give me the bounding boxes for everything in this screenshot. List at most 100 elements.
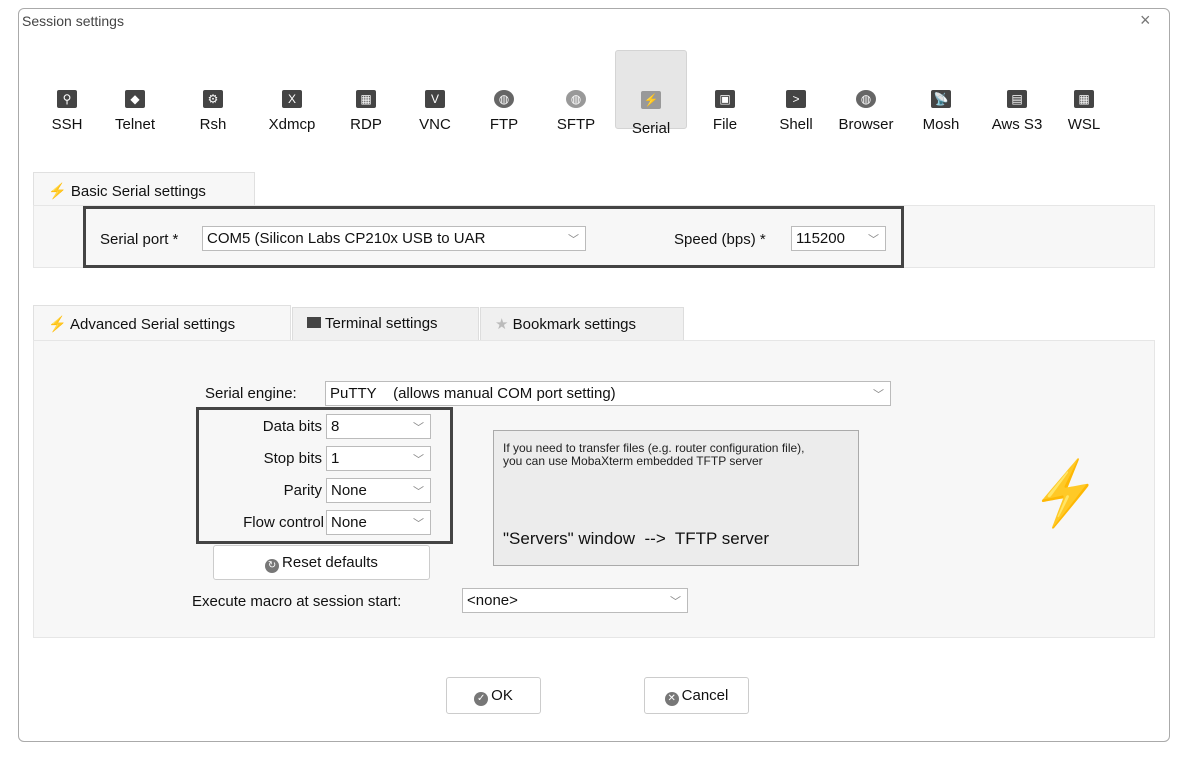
tab-terminal-settings[interactable]: Terminal settings bbox=[292, 307, 479, 340]
tab-advanced-serial-settings[interactable]: ⚡ Advanced Serial settings bbox=[33, 305, 291, 341]
session-type-label: Telnet bbox=[114, 116, 156, 133]
serial-engine-label: Serial engine: bbox=[205, 385, 297, 402]
parity-label: Parity bbox=[283, 482, 322, 499]
tftp-info-box: If you need to transfer files (e.g. rout… bbox=[493, 430, 859, 566]
session-type-vnc[interactable]: V VNC bbox=[399, 50, 471, 133]
ok-label: OK bbox=[491, 687, 513, 704]
reset-defaults-button[interactable]: ↻ Reset defaults bbox=[213, 545, 430, 580]
tftp-info-text: If you need to transfer files (e.g. rout… bbox=[503, 441, 805, 468]
aws-s3-icon: ▤ bbox=[1007, 90, 1027, 108]
cancel-label: Cancel bbox=[681, 687, 729, 704]
session-type-aws-s3[interactable]: ▤ Aws S3 bbox=[981, 50, 1053, 133]
chevron-down-icon: ﹀ bbox=[568, 234, 579, 246]
stop-bits-value: 1 bbox=[331, 450, 340, 467]
speed-select[interactable]: 115200 ﹀ bbox=[791, 226, 886, 251]
serial-port-select[interactable]: COM5 (Silicon Labs CP210x USB to UAR ﹀ bbox=[202, 226, 586, 251]
plug-icon: ⚡ bbox=[48, 183, 71, 200]
session-type-label: Xdmcp bbox=[268, 116, 316, 133]
wsl-icon: ▦ bbox=[1074, 90, 1094, 108]
flow-control-value: None bbox=[331, 514, 367, 531]
terminal-icon bbox=[307, 317, 321, 328]
session-type-label: Aws S3 bbox=[991, 116, 1043, 133]
parity-value: None bbox=[331, 482, 367, 499]
session-type-label: Shell bbox=[779, 116, 813, 133]
flow-control-label: Flow control bbox=[243, 514, 324, 531]
flow-control-select[interactable]: None ﹀ bbox=[326, 510, 431, 535]
xdmcp-icon: X bbox=[282, 90, 302, 108]
serial-plug-icon: ⚡ bbox=[1024, 455, 1108, 532]
cancel-button[interactable]: ✕ Cancel bbox=[644, 677, 749, 714]
session-type-shell[interactable]: > Shell bbox=[760, 50, 832, 133]
session-type-label: File bbox=[712, 116, 738, 133]
session-type-ssh[interactable]: ⚲ SSH bbox=[31, 50, 103, 133]
data-bits-select[interactable]: 8 ﹀ bbox=[326, 414, 431, 439]
sftp-icon: ◍ bbox=[566, 90, 586, 108]
serial-icon: ⚡ bbox=[641, 91, 661, 109]
session-type-browser[interactable]: ◍ Browser bbox=[830, 50, 902, 133]
tab-label: Terminal settings bbox=[325, 315, 438, 332]
speed-value: 115200 bbox=[796, 230, 845, 247]
vnc-icon: V bbox=[425, 90, 445, 108]
session-type-ftp[interactable]: ◍ FTP bbox=[468, 50, 540, 133]
session-type-label: Browser bbox=[838, 116, 894, 133]
serial-engine-select[interactable]: PuTTY (allows manual COM port setting) ﹀ bbox=[325, 381, 891, 406]
tab-label: Advanced Serial settings bbox=[70, 316, 236, 333]
ftp-icon: ◍ bbox=[494, 90, 514, 108]
telnet-icon: ◆ bbox=[125, 90, 145, 108]
close-icon[interactable]: × bbox=[1140, 10, 1151, 31]
star-icon: ★ bbox=[495, 316, 513, 333]
data-bits-value: 8 bbox=[331, 418, 340, 435]
chevron-down-icon: ﹀ bbox=[413, 486, 424, 498]
macro-select[interactable]: <none> ﹀ bbox=[462, 588, 688, 613]
session-type-file[interactable]: ▣ File bbox=[689, 50, 761, 133]
tftp-hint: "Servers" window --> TFTP server bbox=[503, 529, 770, 548]
ssh-icon: ⚲ bbox=[57, 90, 77, 108]
tab-basic-serial-settings[interactable]: ⚡ Basic Serial settings bbox=[33, 172, 255, 207]
serial-port-label: Serial port * bbox=[100, 231, 179, 248]
rsh-icon: ⚙ bbox=[203, 90, 223, 108]
plug-icon: ⚡ bbox=[48, 316, 71, 333]
browser-icon: ◍ bbox=[856, 90, 876, 108]
session-type-label: SFTP bbox=[556, 116, 596, 133]
session-type-label: Serial bbox=[631, 120, 671, 137]
reset-icon: ↻ bbox=[265, 559, 280, 573]
serial-engine-value: PuTTY (allows manual COM port setting) bbox=[330, 385, 616, 402]
macro-value: <none> bbox=[467, 592, 518, 609]
session-type-label: Mosh bbox=[922, 116, 960, 133]
tab-label: Bookmark settings bbox=[512, 316, 637, 333]
data-bits-label: Data bits bbox=[262, 418, 322, 435]
tab-bookmark-settings[interactable]: ★ Bookmark settings bbox=[480, 307, 684, 340]
session-type-serial[interactable]: ⚡ Serial bbox=[615, 50, 687, 137]
session-type-mosh[interactable]: 📡 Mosh bbox=[905, 50, 977, 133]
chevron-down-icon: ﹀ bbox=[413, 422, 424, 434]
session-type-label: FTP bbox=[489, 116, 519, 133]
check-icon: ✓ bbox=[474, 692, 489, 706]
chevron-down-icon: ﹀ bbox=[413, 518, 424, 530]
stop-bits-select[interactable]: 1 ﹀ bbox=[326, 446, 431, 471]
dialog-title: Session settings bbox=[22, 13, 124, 29]
ok-button[interactable]: ✓ OK bbox=[446, 677, 541, 714]
session-type-xdmcp[interactable]: X Xdmcp bbox=[256, 50, 328, 133]
session-type-telnet[interactable]: ◆ Telnet bbox=[99, 50, 171, 133]
tab-label: Basic Serial settings bbox=[70, 183, 206, 200]
speed-label: Speed (bps) * bbox=[674, 231, 766, 248]
serial-port-value: COM5 (Silicon Labs CP210x USB to UAR bbox=[207, 230, 486, 247]
cancel-icon: ✕ bbox=[664, 692, 679, 706]
session-type-rdp[interactable]: ▦ RDP bbox=[330, 50, 402, 133]
chevron-down-icon: ﹀ bbox=[670, 596, 681, 608]
chevron-down-icon: ﹀ bbox=[413, 454, 424, 466]
session-type-label: Rsh bbox=[199, 116, 227, 133]
session-type-label: WSL bbox=[1067, 116, 1101, 133]
rdp-icon: ▦ bbox=[356, 90, 376, 108]
file-icon: ▣ bbox=[715, 90, 735, 108]
parity-select[interactable]: None ﹀ bbox=[326, 478, 431, 503]
session-type-label: SSH bbox=[51, 116, 83, 133]
session-type-sftp[interactable]: ◍ SFTP bbox=[540, 50, 612, 133]
session-type-rsh[interactable]: ⚙ Rsh bbox=[177, 50, 249, 133]
chevron-down-icon: ﹀ bbox=[868, 234, 879, 246]
chevron-down-icon: ﹀ bbox=[873, 389, 884, 401]
session-type-label: RDP bbox=[350, 116, 382, 133]
session-type-wsl[interactable]: ▦ WSL bbox=[1048, 50, 1120, 133]
reset-label: Reset defaults bbox=[282, 554, 378, 571]
session-type-label: VNC bbox=[419, 116, 451, 133]
